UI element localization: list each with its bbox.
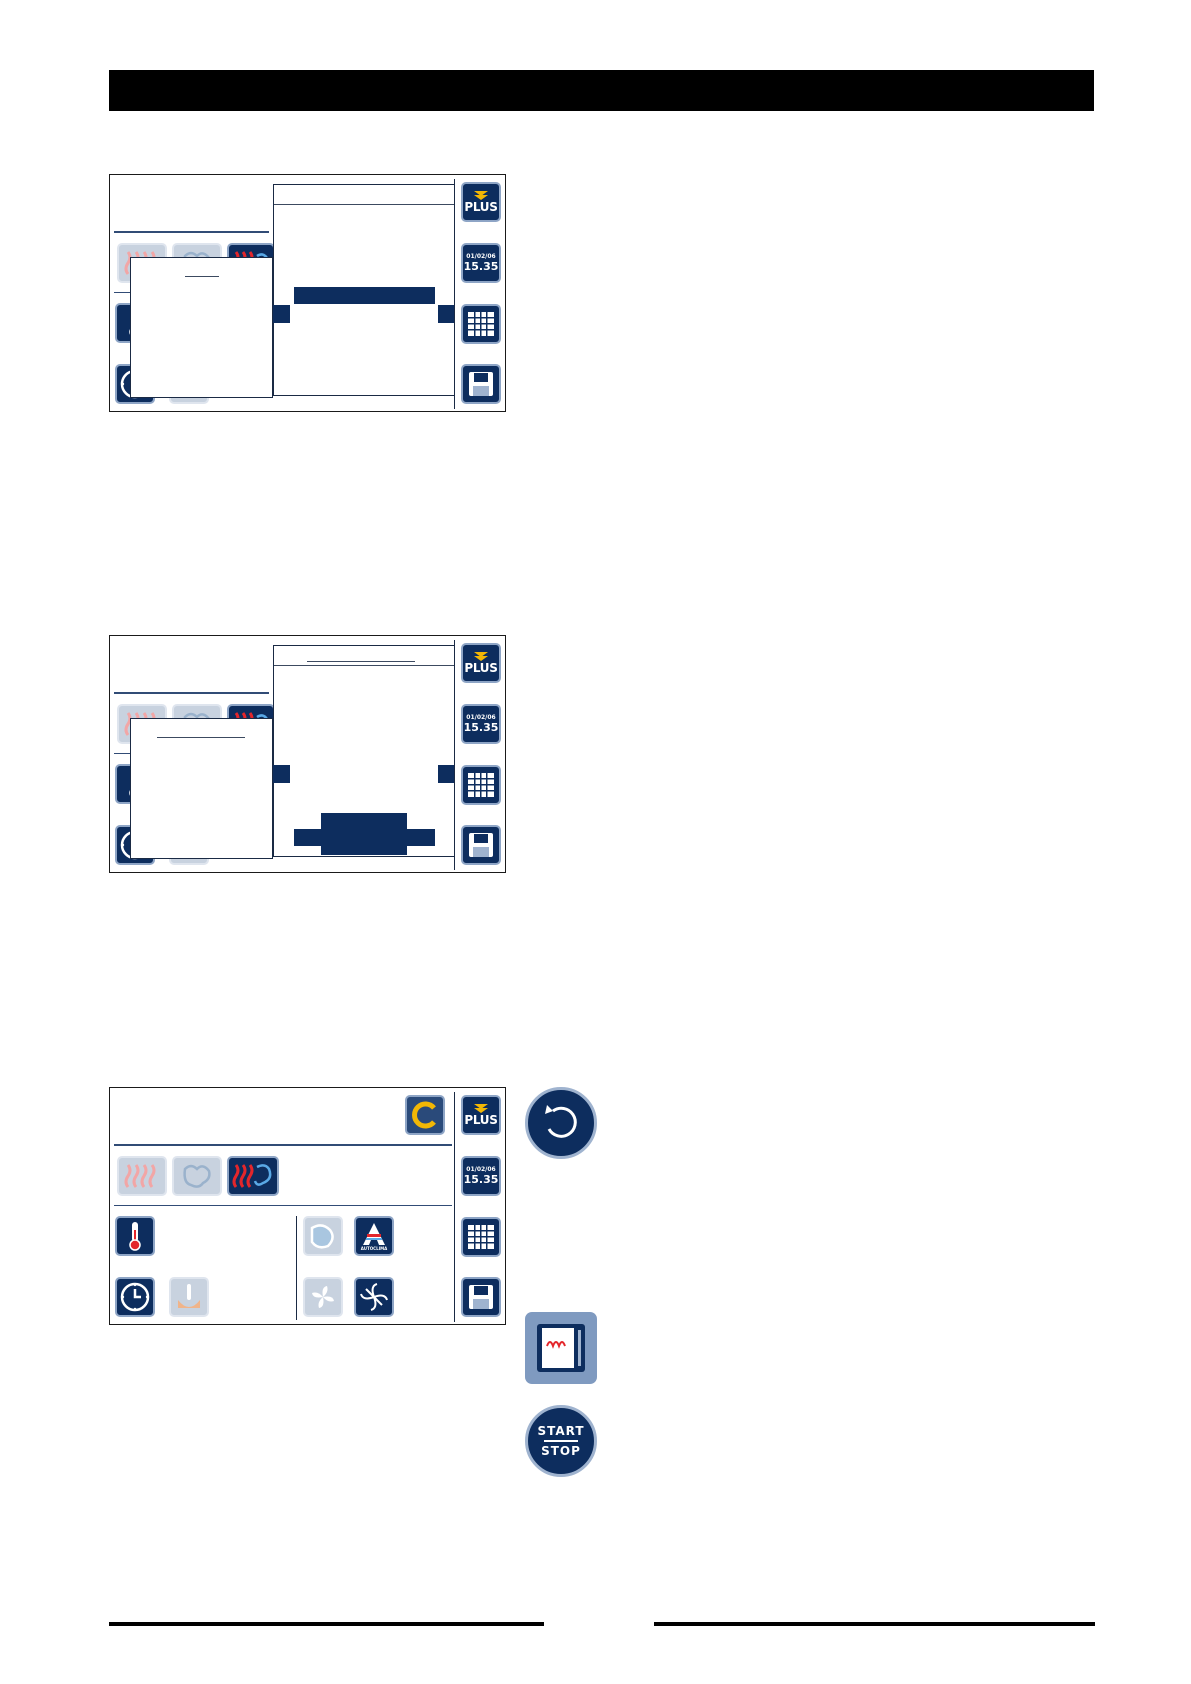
stop-label: STOP	[541, 1444, 581, 1458]
dialog-title-rule	[274, 204, 454, 205]
plus-label: PLUS	[464, 200, 498, 214]
start-stop-icon[interactable]: START STOP	[525, 1405, 597, 1477]
list-title-rule	[157, 737, 245, 738]
scroll-right-tab[interactable]	[438, 305, 455, 323]
reset-c-button[interactable]	[405, 1095, 445, 1135]
control-panel-3: AUTOCLIMA PLUS 01/02/06 15.35	[109, 1087, 506, 1325]
divider-mid	[114, 1205, 452, 1206]
convection-mode-button[interactable]	[117, 1156, 167, 1196]
footer-rule-left	[109, 1622, 544, 1626]
program-grid-button[interactable]	[461, 765, 501, 805]
clock-button[interactable]: 01/02/06 15.35	[461, 704, 501, 744]
scroll-right-tab[interactable]	[438, 765, 455, 783]
plus-button[interactable]: PLUS	[461, 1095, 501, 1135]
humidity-button[interactable]	[303, 1216, 343, 1256]
autoclima-button[interactable]: AUTOCLIMA	[354, 1216, 394, 1256]
steam-mode-button[interactable]	[172, 1156, 222, 1196]
fan-high-button[interactable]	[354, 1277, 394, 1317]
list-title-rule	[185, 276, 219, 277]
save-button[interactable]	[461, 1277, 501, 1317]
plus-button[interactable]: PLUS	[461, 643, 501, 683]
clock-button[interactable]: 01/02/06 15.35	[461, 243, 501, 283]
side-divider	[454, 179, 455, 409]
save-button[interactable]	[461, 364, 501, 404]
control-panel-2: PLUS 01/02/06 15.35	[109, 635, 506, 873]
fan-low-button[interactable]	[303, 1277, 343, 1317]
options-divider	[296, 1216, 297, 1320]
temperature-button[interactable]	[115, 1216, 155, 1256]
timer-button[interactable]	[115, 1277, 155, 1317]
save-button[interactable]	[461, 825, 501, 865]
dialog-title-rule	[274, 665, 454, 666]
selection-list	[130, 257, 273, 398]
side-divider	[454, 640, 455, 870]
plus-label: PLUS	[464, 661, 498, 675]
core-probe-button[interactable]	[169, 1277, 209, 1317]
divider-top	[114, 1144, 452, 1146]
start-stop-divider	[544, 1440, 578, 1442]
program-grid-button[interactable]	[461, 304, 501, 344]
scroll-left-tab[interactable]	[273, 305, 290, 323]
plus-label: PLUS	[464, 1113, 498, 1127]
program-grid-button[interactable]	[461, 1217, 501, 1257]
divider-top	[114, 692, 269, 694]
list-item-selected[interactable]	[294, 287, 435, 304]
back-icon[interactable]	[525, 1087, 597, 1159]
divider-top	[114, 231, 269, 233]
oven-light-icon[interactable]	[525, 1312, 597, 1384]
control-panel-1: PLUS 01/02/06 15.35	[109, 174, 506, 412]
plus-button[interactable]: PLUS	[461, 182, 501, 222]
selection-list	[130, 718, 273, 859]
time-label: 15.35	[463, 721, 499, 734]
dialog-heading-rule	[307, 661, 415, 662]
start-label: START	[537, 1424, 585, 1438]
time-label: 15.35	[463, 1173, 499, 1186]
combi-mode-button[interactable]	[227, 1156, 279, 1196]
clock-button[interactable]: 01/02/06 15.35	[461, 1156, 501, 1196]
header-bar	[109, 70, 1094, 111]
scroll-left-tab[interactable]	[273, 765, 290, 783]
list-item-selected[interactable]	[294, 829, 435, 846]
autoclima-label: AUTOCLIMA	[360, 1245, 388, 1251]
side-divider	[454, 1092, 455, 1322]
footer-rule-right	[654, 1622, 1095, 1626]
time-label: 15.35	[463, 260, 499, 273]
